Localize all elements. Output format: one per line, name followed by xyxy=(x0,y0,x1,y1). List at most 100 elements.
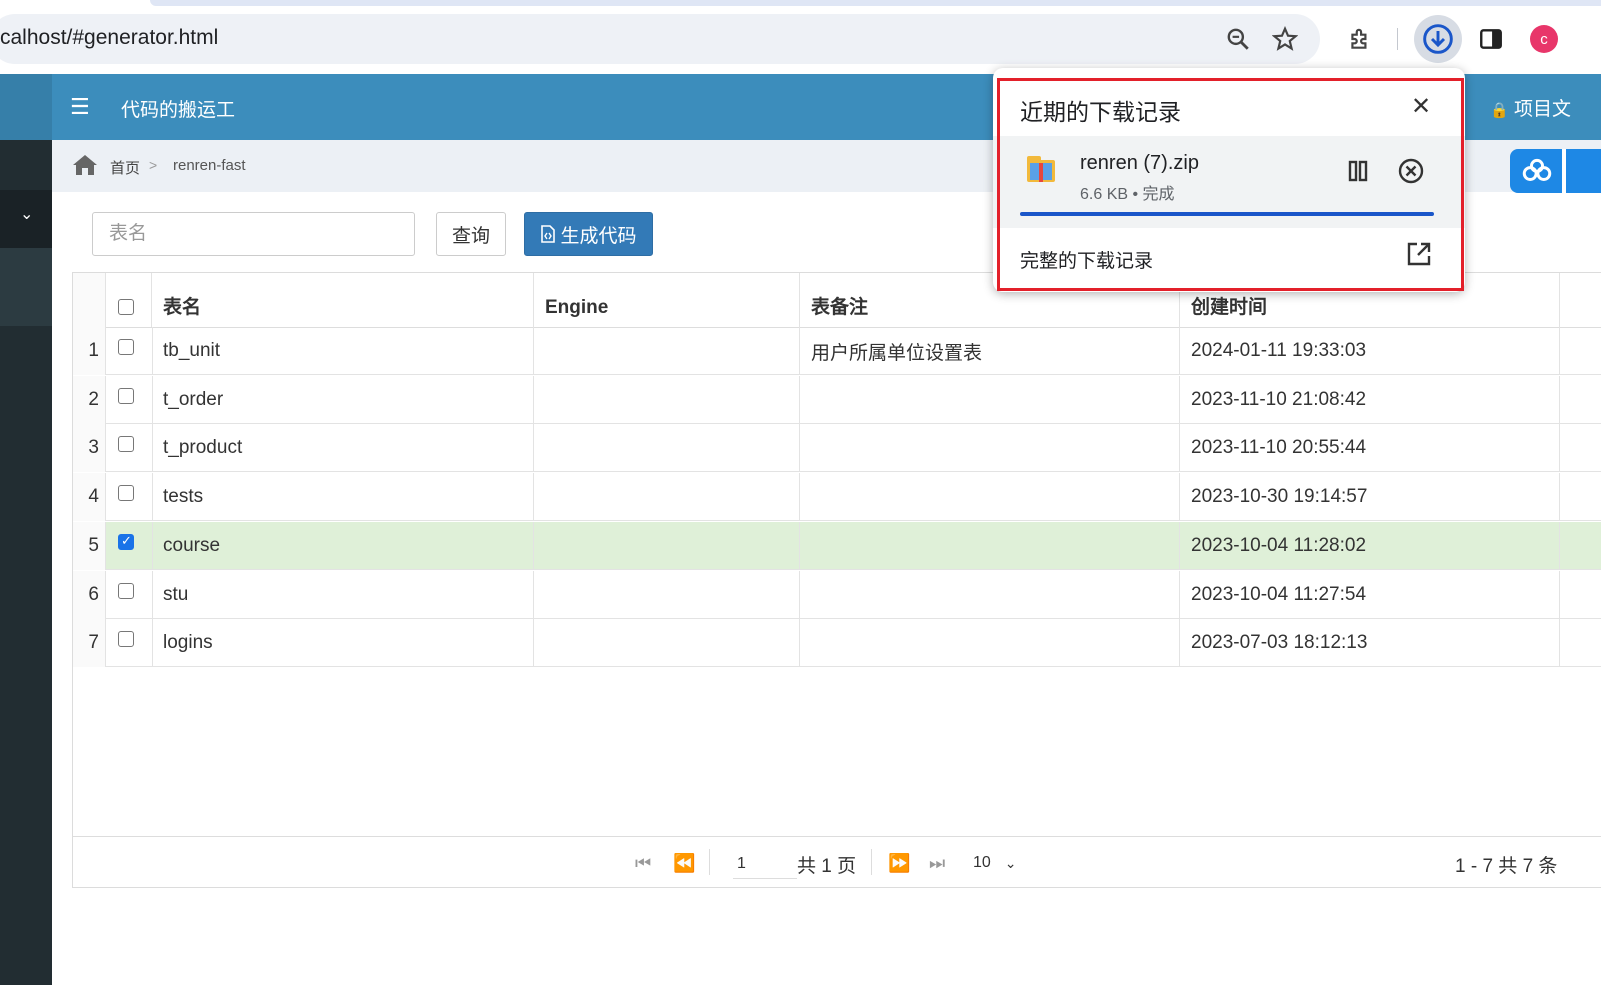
pause-icon[interactable] xyxy=(1343,156,1373,186)
header-checkbox-cell xyxy=(106,273,152,327)
pager: ⏮ ⏪ 共 1 页 ⏩ ⏭ 10 ⌄ 1 - 7 共 7 条 xyxy=(73,836,1601,889)
tab-strip-edge xyxy=(150,0,1601,6)
extensions-icon[interactable] xyxy=(1342,21,1378,57)
close-icon[interactable]: ✕ xyxy=(1407,92,1435,120)
cell-created: 2023-07-03 18:12:13 xyxy=(1180,619,1560,668)
breadcrumb-current: renren-fast xyxy=(173,157,246,174)
row-checkbox[interactable] xyxy=(118,582,134,599)
generate-code-button[interactable]: 生成代码 xyxy=(524,212,653,256)
cell-engine xyxy=(534,619,800,668)
cell-comment xyxy=(800,570,1180,619)
sidebar: ⌄ xyxy=(0,140,52,985)
cell-created: 2023-10-04 11:27:54 xyxy=(1180,570,1560,619)
zip-file-icon xyxy=(1027,156,1055,182)
browser-toolbar: calhost/#generator.html c xyxy=(0,0,1601,74)
cloud-icon xyxy=(1522,158,1552,181)
cell-comment: 用户所属单位设置表 xyxy=(800,327,1180,375)
logo-area xyxy=(0,74,52,140)
floating-widget[interactable] xyxy=(1510,149,1601,193)
cell-name: t_product xyxy=(152,424,534,473)
cell-created: 2023-11-10 20:55:44 xyxy=(1180,424,1560,473)
menu-toggle-icon[interactable]: ☰ xyxy=(70,94,90,120)
row-number: 4 xyxy=(73,473,106,522)
home-icon xyxy=(73,155,97,175)
row-checkbox[interactable] xyxy=(118,387,134,404)
cancel-icon[interactable] xyxy=(1396,156,1426,186)
row-number: 6 xyxy=(73,570,106,619)
side-panel-icon[interactable] xyxy=(1473,21,1509,57)
downloads-popup: 近期的下载记录 ✕ renren (7).zip 6.6 KB • 完成 完整的… xyxy=(993,68,1465,292)
widget-divider xyxy=(1562,149,1566,193)
record-info: 1 - 7 共 7 条 xyxy=(1455,856,1558,877)
column-header-name[interactable]: 表名 xyxy=(152,273,534,327)
table-name-search-input[interactable] xyxy=(92,212,415,256)
cell-engine xyxy=(534,521,800,570)
next-page-icon[interactable]: ⏩ xyxy=(888,853,910,874)
page-number-input[interactable] xyxy=(733,850,797,879)
table-row[interactable]: 7 logins 2023-07-03 18:12:13 xyxy=(73,619,1601,668)
pager-separator xyxy=(709,849,710,875)
cell-comment xyxy=(800,375,1180,424)
download-item[interactable]: renren (7).zip 6.6 KB • 完成 xyxy=(993,136,1465,228)
download-file-name[interactable]: renren (7).zip xyxy=(1080,152,1199,175)
row-number: 2 xyxy=(73,375,106,424)
cell-engine xyxy=(534,570,800,619)
header-rownum xyxy=(73,273,106,327)
cell-created: 2023-10-04 11:28:02 xyxy=(1180,521,1560,570)
row-number: 1 xyxy=(73,327,106,375)
sidebar-subitem[interactable] xyxy=(0,248,52,326)
profile-avatar[interactable]: c xyxy=(1530,25,1558,53)
cell-name: course xyxy=(152,521,534,570)
downloads-title: 近期的下载记录 xyxy=(1020,99,1181,125)
page-size-select[interactable]: 10 ⌄ xyxy=(965,849,1035,877)
table-row[interactable]: 2 t_order 2023-11-10 21:08:42 xyxy=(73,375,1601,424)
cell-engine xyxy=(534,424,800,473)
full-download-history-link[interactable]: 完整的下载记录 xyxy=(1020,246,1153,273)
lock-icon: 🔒 xyxy=(1490,102,1509,119)
table-row[interactable]: 6 stu 2023-10-04 11:27:54 xyxy=(73,570,1601,619)
app-title: 代码的搬运工 xyxy=(121,100,236,121)
zoom-icon[interactable] xyxy=(1220,21,1256,57)
row-checkbox[interactable] xyxy=(118,631,134,648)
cell-name: tb_unit xyxy=(152,327,534,375)
row-checkbox[interactable] xyxy=(118,485,134,502)
column-header-engine[interactable]: Engine xyxy=(534,273,800,327)
project-doc-label: 项目文 xyxy=(1513,99,1571,120)
generate-code-label: 生成代码 xyxy=(560,225,637,247)
breadcrumb-home[interactable]: 首页 xyxy=(110,157,140,178)
cell-comment xyxy=(800,473,1180,522)
row-number: 7 xyxy=(73,619,106,668)
row-checkbox[interactable] xyxy=(118,339,134,355)
chevron-down-icon[interactable]: ⌄ xyxy=(20,204,33,224)
cell-engine xyxy=(534,375,800,424)
download-file-meta: 6.6 KB • 完成 xyxy=(1080,186,1175,203)
cell-name: tests xyxy=(152,473,534,522)
row-checkbox[interactable] xyxy=(118,436,134,453)
address-bar[interactable]: calhost/#generator.html xyxy=(0,14,1320,64)
last-page-icon[interactable]: ⏭ xyxy=(929,853,945,874)
downloads-button[interactable] xyxy=(1414,15,1462,63)
cell-engine xyxy=(534,327,800,375)
project-doc-link[interactable]: 🔒 项目文 xyxy=(1490,94,1571,121)
row-checkbox[interactable] xyxy=(118,533,134,550)
cell-created: 2024-01-11 19:33:03 xyxy=(1180,327,1560,375)
download-icon xyxy=(1423,24,1453,54)
bookmark-star-icon[interactable] xyxy=(1267,21,1303,57)
cell-comment xyxy=(800,619,1180,668)
open-external-icon[interactable] xyxy=(1405,240,1433,268)
prev-page-icon[interactable]: ⏪ xyxy=(673,853,695,874)
file-code-icon xyxy=(541,225,556,243)
query-button[interactable]: 查询 xyxy=(436,212,506,256)
select-all-checkbox[interactable] xyxy=(118,299,134,315)
toolbar-separator xyxy=(1397,28,1398,50)
cell-name: t_order xyxy=(152,375,534,424)
url-text[interactable]: calhost/#generator.html xyxy=(0,26,218,50)
table-row[interactable]: 3 t_product 2023-11-10 20:55:44 xyxy=(73,424,1601,473)
table-row[interactable]: 4 tests 2023-10-30 19:14:57 xyxy=(73,473,1601,522)
table-row[interactable]: 1 tb_unit 用户所属单位设置表 2024-01-11 19:33:03 xyxy=(73,327,1601,375)
row-number: 5 xyxy=(73,521,106,570)
pager-separator xyxy=(871,849,872,875)
cell-created: 2023-10-30 19:14:57 xyxy=(1180,473,1560,522)
table-row[interactable]: 5 course 2023-10-04 11:28:02 xyxy=(73,521,1601,570)
first-page-icon[interactable]: ⏮ xyxy=(635,853,651,874)
